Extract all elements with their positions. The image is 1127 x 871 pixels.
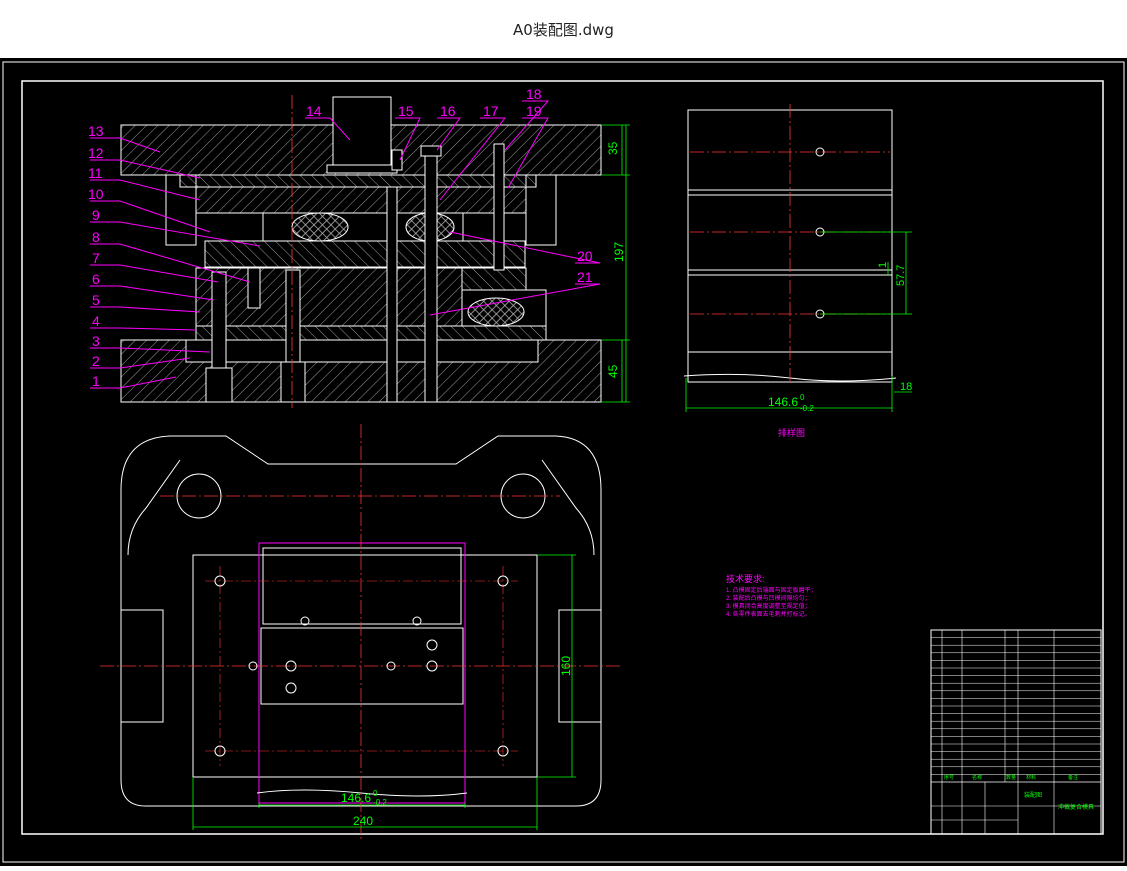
part-number-5: 5 — [92, 292, 100, 308]
part-number-15: 15 — [398, 103, 414, 119]
part-number-12: 12 — [88, 145, 104, 161]
drawing-name: 装配图 — [1024, 791, 1042, 799]
tech-line-4: 4. 各零件表面去毛刺并打标记。 — [726, 610, 811, 618]
dim-top-thickness: 35 — [606, 141, 620, 155]
dim-plan-strip-width: 146.6 — [341, 791, 371, 805]
tech-line-3: 3. 模具闭合高度调整至规定值； — [726, 602, 811, 610]
part-number-8: 8 — [92, 229, 100, 245]
part-number-3: 3 — [92, 333, 100, 349]
part-number-4: 4 — [92, 313, 100, 329]
part-number-1: 1 — [92, 373, 100, 389]
cad-viewport[interactable]: 1 2 3 4 5 6 7 8 9 10 11 12 13 14 15 16 1… — [0, 58, 1127, 866]
plan-view[interactable]: 240 146.6 0 -0.2 160 — [100, 424, 622, 840]
strip-view-caption: 排样图 — [778, 427, 805, 438]
part-number-14: 14 — [306, 103, 322, 119]
front-section-view[interactable]: 1 2 3 4 5 6 7 8 9 10 11 12 13 14 15 16 1… — [88, 86, 630, 408]
die-block — [195, 267, 463, 327]
bom-header-qty: 数量 — [1006, 774, 1016, 781]
part-number-21: 21 — [577, 269, 593, 285]
dim-bottom-thickness: 45 — [606, 364, 620, 378]
upper-fixing-plate — [195, 186, 527, 214]
part-number-16: 16 — [440, 103, 456, 119]
dim-total-height: 197 — [612, 242, 626, 262]
bom-header-material: 材料 — [1026, 774, 1036, 781]
part-title: 冲裁复合模具 — [1058, 803, 1094, 811]
part-number-6: 6 — [92, 271, 100, 287]
window-title-bar: A0装配图.dwg — [0, 0, 1127, 58]
strip-layout-view[interactable]: 57.7 1 18 146.6 0 -0.2 排样图 — [683, 104, 912, 438]
upper-backing-plate — [179, 174, 537, 188]
part-number-20: 20 — [577, 248, 593, 264]
tech-line-1: 1. 凸模固定后端面与固定板磨平； — [726, 586, 817, 594]
dim-strip-tol-lower: -0.2 — [800, 404, 814, 413]
dim-strip-width: 146.6 — [768, 395, 798, 409]
dim-plan-strip-tol-lower: -0.2 — [373, 798, 387, 807]
part-number-9: 9 — [92, 207, 100, 223]
dim-side-small: 18 — [900, 381, 912, 393]
die-plate — [195, 325, 547, 341]
part-number-13: 13 — [88, 123, 104, 139]
technical-requirements: 技术要求: 1. 凸模固定后端面与固定板磨平； 2. 装配后凸模与凹模间隙均匀；… — [726, 573, 817, 618]
part-number-19: 19 — [526, 103, 542, 119]
dim-side-height: 57.7 — [895, 265, 907, 286]
part-number-10: 10 — [88, 186, 104, 202]
tech-heading: 技术要求: — [726, 573, 765, 584]
title-block[interactable]: 序号 名称 数量 材料 备注 装配图 冲裁复合模具 — [930, 629, 1102, 835]
part-number-2: 2 — [92, 353, 100, 369]
bom-header-name: 名称 — [972, 774, 982, 781]
part-number-18: 18 — [526, 86, 542, 102]
dim-plan-width: 240 — [353, 814, 373, 828]
dim-plan-strip-tol-upper: 0 — [373, 789, 378, 798]
cad-drawing[interactable]: 1 2 3 4 5 6 7 8 9 10 11 12 13 14 15 16 1… — [0, 58, 1127, 866]
bom-rows — [931, 637, 1101, 783]
part-number-17: 17 — [483, 103, 499, 119]
part-number-7: 7 — [92, 250, 100, 266]
dim-strip-tol-upper: 0 — [800, 393, 805, 402]
bom-header-no: 序号 — [944, 774, 954, 781]
bom-header-remark: 备注 — [1068, 774, 1078, 781]
tech-line-2: 2. 装配后凸模与凹模间隙均匀； — [726, 594, 811, 602]
window-title: A0装配图.dwg — [513, 20, 614, 39]
dim-plan-height: 160 — [559, 656, 573, 676]
dim-side-offset: 1 — [877, 262, 889, 268]
part-number-11: 11 — [88, 165, 103, 181]
